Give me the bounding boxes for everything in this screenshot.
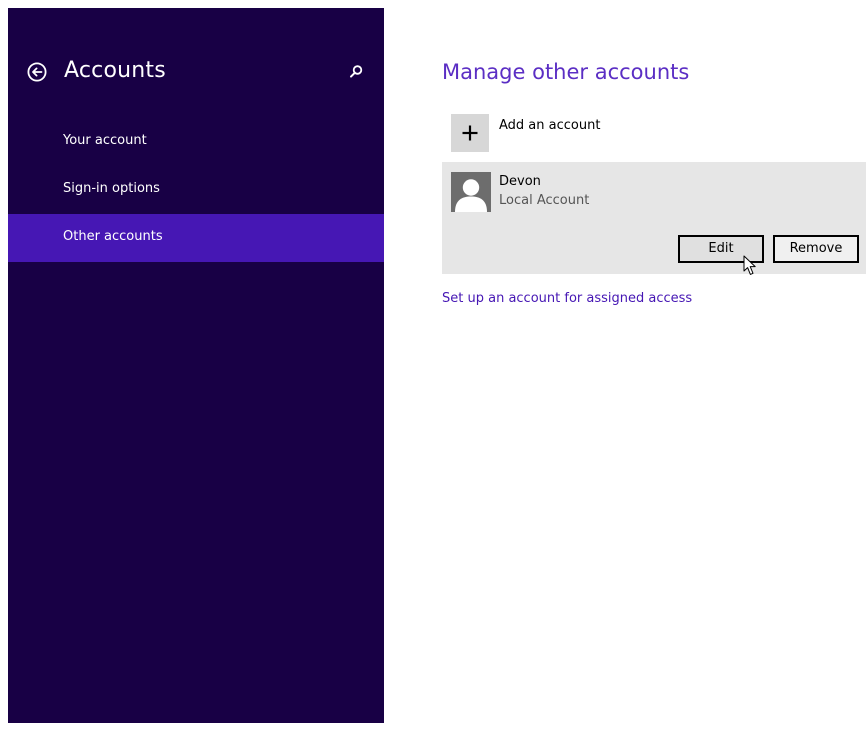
pc-settings-window: Accounts Your account Sign-in options Ot…: [0, 0, 866, 731]
sidebar-title: Accounts: [64, 58, 166, 83]
sidebar-item-label: Your account: [63, 133, 147, 148]
sidebar-item-label: Other accounts: [63, 229, 163, 244]
sidebar: Accounts Your account Sign-in options Ot…: [8, 8, 384, 723]
sidebar-item-your-account[interactable]: Your account: [8, 118, 384, 166]
add-account-button[interactable]: Add an account: [451, 114, 751, 154]
sidebar-nav: Your account Sign-in options Other accou…: [8, 118, 384, 262]
user-avatar-icon: [451, 172, 491, 212]
search-icon[interactable]: [348, 64, 364, 80]
main-content: Manage other accounts Add an account Dev…: [442, 0, 866, 731]
sidebar-header: Accounts: [8, 58, 384, 90]
account-card-devon[interactable]: Devon Local Account Edit Remove: [442, 162, 866, 275]
account-type: Local Account: [499, 193, 590, 208]
add-account-label: Add an account: [499, 118, 601, 133]
back-arrow-circle-icon[interactable]: [27, 62, 47, 82]
sidebar-item-label: Sign-in options: [63, 181, 160, 196]
page-title: Manage other accounts: [442, 60, 690, 84]
edit-button[interactable]: Edit: [678, 235, 764, 263]
sidebar-item-other-accounts[interactable]: Other accounts: [8, 214, 384, 262]
account-name: Devon: [499, 174, 541, 189]
sidebar-item-sign-in-options[interactable]: Sign-in options: [8, 166, 384, 214]
remove-button[interactable]: Remove: [773, 235, 859, 263]
plus-icon: [451, 114, 489, 152]
assigned-access-link[interactable]: Set up an account for assigned access: [442, 291, 692, 306]
